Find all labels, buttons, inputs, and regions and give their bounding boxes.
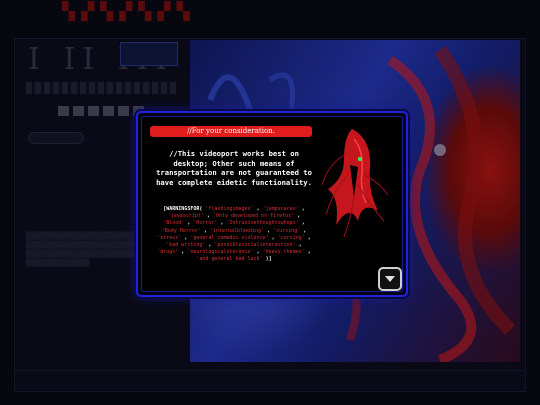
warning-dialog-panel: //For your consideration. //This videopo… (141, 116, 403, 292)
warning-item: 'bad writing' (166, 242, 206, 249)
warning-item: 'neurologicalsteranis' (187, 249, 254, 256)
warning-item: 'possiblesocialinteraction' (214, 242, 296, 249)
background-toggle (120, 42, 178, 66)
warning-item: 'internalbleeding' (209, 227, 265, 234)
next-button[interactable] (378, 267, 402, 291)
background-bar (26, 82, 176, 94)
warnings-suffix: )] (265, 256, 272, 263)
content-warnings: [WARNINGSFOR( 'flashingimages' , 'jumpsc… (156, 206, 312, 264)
warning-item: 'Only developed on firefox' (212, 213, 295, 220)
warning-item: 'jumpscares' (262, 206, 299, 212)
warning-item: 'drugs' (157, 249, 179, 256)
warning-item: 'cursing' (277, 234, 305, 241)
compatibility-notice: //This videoport works best on desktop; … (156, 149, 312, 187)
red-specter-figure-icon (321, 129, 389, 238)
background-title-glyphs: ▚▞▚▞▚▞▚ (62, 2, 196, 22)
warning-item: 'Horror' (193, 220, 218, 227)
warning-item: 'stress' (157, 234, 182, 241)
warning-item: 'flashingimages' (205, 206, 254, 212)
dialog-header: //For your consideration. (150, 126, 312, 137)
background-pill (28, 132, 84, 144)
warning-item: 'heavy themes' (262, 249, 305, 256)
warning-item: 'and general bad luck' (196, 256, 263, 263)
warning-item: 'cursing' (273, 227, 301, 234)
background-footer (14, 370, 524, 389)
background-decor-triangles (58, 106, 148, 116)
warning-item: 'Intrusivethoughtswhops' (226, 220, 299, 227)
warning-item: 'javascript' (167, 213, 204, 220)
warning-dialog: //For your consideration. //This videopo… (136, 111, 408, 297)
warning-item: 'Body Horror' (161, 227, 201, 234)
warning-item: 'Blood' (163, 220, 185, 227)
warnings-prefix: [WARNINGSFOR( (163, 206, 203, 212)
warning-item: 'general comedic violence' (190, 234, 269, 241)
warnings-list: 'flashingimages' , 'jumpscares' , 'javas… (157, 206, 311, 263)
chevron-down-icon (385, 276, 395, 282)
